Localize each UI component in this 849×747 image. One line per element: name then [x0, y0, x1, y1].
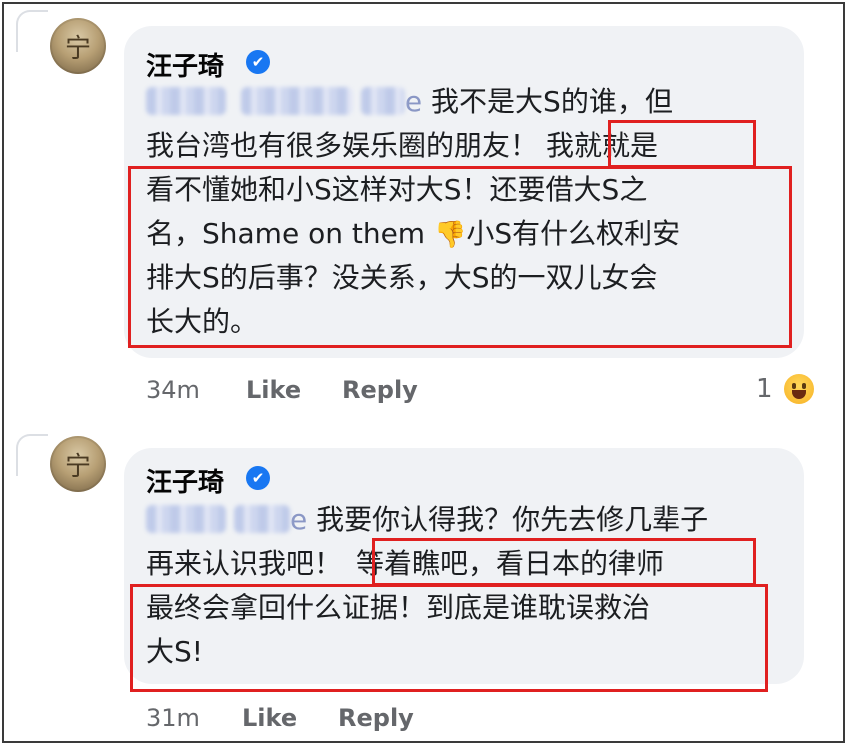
blurred-mention[interactable] — [240, 87, 353, 115]
timestamp[interactable]: 34m — [146, 376, 200, 404]
highlight-box — [372, 538, 756, 586]
highlight-box — [130, 584, 768, 692]
mention-suffix[interactable]: e — [405, 85, 422, 118]
highlight-box — [608, 120, 756, 168]
verified-badge-icon: ✔ — [246, 50, 270, 74]
comment-text-line: e 我不是大S的谁，但 — [146, 80, 673, 124]
comment-text-line: 我台湾也有很多娱乐圈的朋友！ 我就就是 — [146, 124, 658, 168]
blurred-mention[interactable] — [234, 505, 290, 533]
blurred-mention[interactable] — [146, 87, 226, 115]
thread-connector — [16, 434, 48, 476]
haha-emoji-icon[interactable] — [784, 374, 814, 404]
avatar[interactable]: 宁 — [50, 436, 106, 492]
comment-text: 我不是大S的谁，但 — [431, 85, 673, 118]
blurred-mention[interactable] — [360, 87, 405, 115]
comment-text-line: e 我要你认得我？你先去修几辈子 — [146, 498, 708, 542]
author-name[interactable]: 汪子琦 — [146, 462, 224, 499]
comment-text: 再来认识我吧！ — [146, 547, 343, 580]
mention-suffix[interactable]: e — [290, 503, 307, 536]
verified-badge-icon: ✔ — [246, 466, 270, 490]
timestamp[interactable]: 31m — [146, 704, 200, 732]
reply-button[interactable]: Reply — [342, 376, 418, 404]
like-button[interactable]: Like — [242, 704, 297, 732]
reply-button[interactable]: Reply — [338, 704, 414, 732]
comment-text: 我台湾也有很多娱乐圈的朋友！ — [146, 129, 539, 162]
avatar[interactable]: 宁 — [50, 18, 106, 74]
highlight-box — [128, 166, 792, 348]
blurred-mention[interactable] — [146, 505, 226, 533]
thread-connector — [16, 10, 48, 52]
comment-text: 我要你认得我？你先去修几辈子 — [316, 503, 709, 536]
author-name[interactable]: 汪子琦 — [146, 46, 224, 83]
like-button[interactable]: Like — [246, 376, 301, 404]
reaction-count[interactable]: 1 — [756, 374, 773, 404]
